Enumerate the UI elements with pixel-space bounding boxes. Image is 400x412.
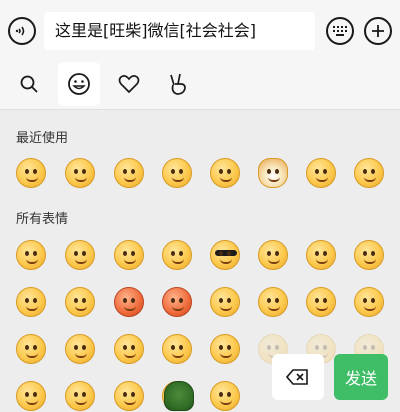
emoji-2[interactable]: [65, 240, 95, 270]
message-input[interactable]: 这里是[旺柴]微信[社会社会]: [44, 12, 315, 50]
emoji-recent-8[interactable]: [354, 158, 384, 188]
emoji-21[interactable]: [210, 334, 240, 364]
emoji-4[interactable]: [162, 240, 192, 270]
tab-search[interactable]: [8, 62, 50, 106]
keyboard-toggle-button[interactable]: [326, 17, 354, 45]
emoji-12[interactable]: [162, 287, 192, 317]
send-button[interactable]: 发送: [334, 354, 388, 400]
tab-favorites[interactable]: [108, 62, 150, 106]
emoji-20[interactable]: [162, 334, 192, 364]
search-icon: [20, 75, 38, 93]
plus-icon: [372, 25, 384, 37]
tab-emoji[interactable]: [58, 62, 100, 106]
emoji-panel-tabs: [0, 62, 400, 110]
emoji-3[interactable]: [114, 240, 144, 270]
emoji-14[interactable]: [258, 287, 288, 317]
emoji-recent-6[interactable]: [258, 158, 288, 188]
emoji-29[interactable]: [164, 381, 194, 411]
emoji-7[interactable]: [306, 240, 336, 270]
emoji-10[interactable]: [65, 287, 95, 317]
emoji-6[interactable]: [258, 240, 288, 270]
emoji-9[interactable]: [16, 287, 46, 317]
tab-stickers[interactable]: [158, 62, 200, 106]
backspace-button[interactable]: [272, 354, 324, 400]
emoji-recent-1[interactable]: [16, 158, 46, 188]
voice-icon: [15, 26, 25, 36]
voice-input-button[interactable]: [8, 17, 36, 45]
heart-icon: [118, 75, 140, 94]
emoji-17[interactable]: [16, 334, 46, 364]
emoji-25[interactable]: [16, 381, 46, 411]
emoji-recent-3[interactable]: [114, 158, 144, 188]
emoji-13[interactable]: [210, 287, 240, 317]
emoji-recent-4[interactable]: [162, 158, 192, 188]
emoji-27[interactable]: [114, 381, 144, 411]
emoji-11[interactable]: [114, 287, 144, 317]
emoji-1[interactable]: [16, 240, 46, 270]
emoji-recent-5[interactable]: [210, 158, 240, 188]
emoji-15[interactable]: [306, 287, 336, 317]
emoji-5[interactable]: [210, 240, 240, 270]
chat-input-bar: 这里是[旺柴]微信[社会社会]: [0, 0, 400, 62]
backspace-icon: [286, 369, 308, 385]
emoji-19[interactable]: [114, 334, 144, 364]
more-options-button[interactable]: [364, 17, 392, 45]
emoji-18[interactable]: [65, 334, 95, 364]
emoji-26[interactable]: [65, 381, 95, 411]
victory-hand-icon: [170, 73, 186, 95]
emoji-8[interactable]: [354, 240, 384, 270]
emoji-16[interactable]: [354, 287, 384, 317]
keyboard-icon: [333, 26, 347, 36]
smiley-icon: [68, 73, 90, 95]
emoji-recent-7[interactable]: [306, 158, 336, 188]
emoji-recent-2[interactable]: [65, 158, 95, 188]
recent-section-title: 最近使用: [16, 131, 69, 146]
emoji-30[interactable]: [210, 381, 240, 411]
all-section-title: 所有表情: [16, 212, 69, 227]
